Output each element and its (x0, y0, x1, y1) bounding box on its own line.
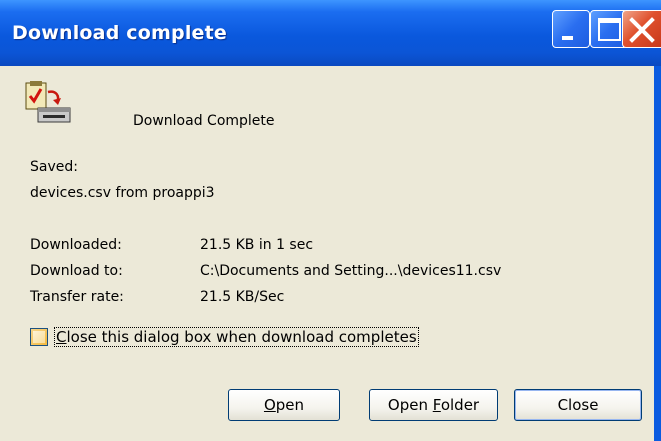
checkbox-box (33, 331, 45, 343)
open-button-label: pen (275, 396, 305, 414)
close-icon (629, 17, 655, 43)
minimize-button[interactable] (552, 10, 590, 48)
download-dialog-window: Download complete Download Complete Save… (0, 0, 661, 441)
saved-label: Saved: (30, 159, 78, 175)
open-folder-label-rest: older (440, 396, 480, 414)
download-to-label: Download to: (30, 263, 123, 279)
transfer-rate-label: Transfer rate: (30, 289, 124, 305)
open-folder-button[interactable]: Open Folder (369, 389, 498, 421)
open-folder-accesskey: F (432, 396, 441, 414)
title-bar[interactable]: Download complete (0, 0, 661, 66)
open-accesskey: O (263, 396, 276, 414)
downloaded-label: Downloaded: (30, 237, 122, 253)
close-window-button[interactable] (622, 10, 661, 48)
open-folder-label-pre: Open (387, 396, 433, 414)
window-title: Download complete (12, 22, 227, 44)
checkbox-label-text: lose this dialog box when download compl… (66, 328, 417, 346)
close-when-done-label[interactable]: Close this dialog box when download comp… (54, 327, 419, 347)
close-button[interactable]: Close (514, 389, 642, 421)
downloaded-value: 21.5 KB in 1 sec (200, 237, 314, 253)
checkbox-accesskey: C (56, 328, 67, 346)
download-file-icon (25, 81, 71, 123)
close-when-done-checkbox[interactable] (30, 328, 48, 346)
download-to-value: C:\Documents and Setting...\devices11.cs… (200, 263, 502, 279)
transfer-rate-value: 21.5 KB/Sec (200, 289, 285, 305)
open-button[interactable]: Open (228, 389, 340, 421)
download-status-text: Download Complete (133, 113, 275, 129)
window-frame-right (654, 66, 661, 441)
dialog-body: Download Complete Saved: devices.csv fro… (0, 66, 654, 441)
saved-file-text: devices.csv from proappi3 (30, 185, 215, 201)
minimize-icon (562, 36, 573, 40)
